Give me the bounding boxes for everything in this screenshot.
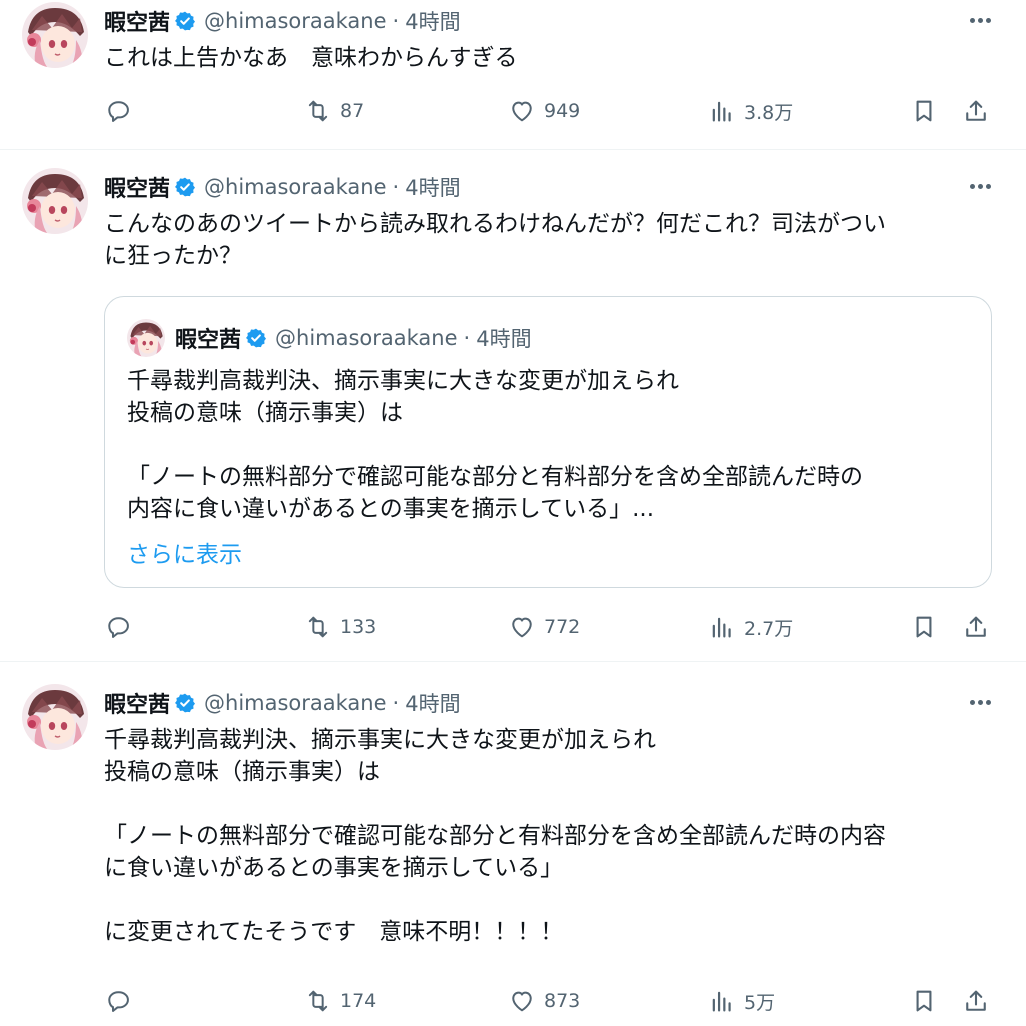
retweet-icon [304, 987, 332, 1015]
heart-icon [508, 613, 536, 641]
retweet-button[interactable]: 87 [304, 94, 364, 128]
views-button[interactable]: 5万 [708, 984, 775, 1018]
share-button[interactable] [962, 984, 990, 1018]
reply-icon [104, 613, 132, 641]
reply-button[interactable] [104, 984, 132, 1018]
retweet-icon [304, 613, 332, 641]
action-bar: 174 873 5万 [104, 984, 1004, 1018]
bookmark-button[interactable] [910, 984, 938, 1018]
retweet-button[interactable]: 133 [304, 610, 376, 644]
handle[interactable]: @himasoraakane [204, 175, 387, 199]
retweet-count: 174 [340, 990, 377, 1012]
handle[interactable]: @himasoraakane [204, 691, 387, 715]
reply-button[interactable] [104, 610, 132, 644]
retweet-button[interactable]: 174 [304, 984, 376, 1018]
quoted-avatar [127, 319, 165, 357]
views-icon [708, 97, 736, 125]
reply-icon [104, 97, 132, 125]
avatar[interactable] [22, 2, 88, 68]
display-name[interactable]: 暇空茜 [104, 5, 170, 37]
share-icon [962, 987, 990, 1015]
views-icon [708, 613, 736, 641]
action-bar: 87 949 3.8万 [104, 94, 1004, 128]
share-icon [962, 613, 990, 641]
display-name[interactable]: 暇空茜 [104, 687, 170, 719]
views-button[interactable]: 3.8万 [708, 94, 793, 128]
more-icon[interactable] [966, 6, 994, 34]
bookmark-button[interactable] [910, 610, 938, 644]
retweet-count: 87 [340, 100, 365, 122]
quoted-timestamp: 4時間 [476, 327, 532, 351]
separator: · [392, 175, 400, 199]
heart-icon [508, 97, 536, 125]
verified-badge-icon [174, 692, 196, 714]
show-more-link[interactable]: さらに表示 [127, 535, 242, 569]
tweet[interactable]: 暇空茜 @himasoraakane · 4時間 こんなのあのツイートから読み取… [0, 150, 1026, 662]
like-count: 949 [544, 100, 581, 122]
reply-button[interactable] [104, 94, 132, 128]
like-button[interactable]: 949 [508, 94, 580, 128]
avatar[interactable] [22, 168, 88, 234]
timestamp[interactable]: 4時間 [405, 688, 460, 718]
avatar[interactable] [22, 684, 88, 750]
separator: · [392, 9, 400, 33]
separator: · [392, 691, 400, 715]
retweet-icon [304, 97, 332, 125]
tweet[interactable]: 暇空茜 @himasoraakane · 4時間 千尋裁判高裁判決、摘示事実に大… [0, 662, 1026, 1026]
views-button[interactable]: 2.7万 [708, 610, 793, 644]
verified-badge-icon [174, 176, 196, 198]
view-count: 3.8万 [744, 101, 794, 124]
like-button[interactable]: 772 [508, 610, 580, 644]
bookmark-icon [910, 97, 938, 125]
timestamp[interactable]: 4時間 [405, 172, 460, 202]
tweet-header: 暇空茜 @himasoraakane · 4時間 [104, 170, 461, 204]
handle[interactable]: @himasoraakane [204, 9, 387, 33]
view-count: 5万 [744, 991, 776, 1014]
like-count: 772 [544, 616, 581, 638]
verified-badge-icon [174, 10, 196, 32]
like-count: 873 [544, 990, 581, 1012]
verified-badge-icon [245, 327, 267, 349]
tweet-text: 千尋裁判高裁判決、摘示事実に大きな変更が加えられ 投稿の意味（摘示事実）は 「ノ… [104, 727, 886, 945]
retweet-count: 133 [340, 616, 377, 638]
more-icon[interactable] [966, 172, 994, 200]
action-bar: 133 772 2.7万 [104, 610, 1004, 644]
quoted-tweet[interactable]: 暇空茜 @himasoraakane · 4時間 千尋裁判高裁判決、摘示事実に大… [104, 296, 992, 588]
bookmark-icon [910, 987, 938, 1015]
tweet-text: これは上告かなあ 意味わからんすぎる [104, 45, 518, 71]
tweet-text: こんなのあのツイートから読み取れるわけねんだが？何だこれ？司法がつい に狂ったか… [104, 211, 886, 269]
timeline-feed: 暇空茜 @himasoraakane · 4時間 これは上告かなあ 意味わからん… [0, 0, 1026, 1026]
display-name[interactable]: 暇空茜 [104, 171, 170, 203]
reply-icon [104, 987, 132, 1015]
share-icon [962, 97, 990, 125]
tweet-header: 暇空茜 @himasoraakane · 4時間 [104, 4, 461, 38]
like-button[interactable]: 873 [508, 984, 580, 1018]
more-icon[interactable] [966, 688, 994, 716]
separator: · [463, 326, 471, 350]
views-icon [708, 987, 736, 1015]
heart-icon [508, 987, 536, 1015]
share-button[interactable] [962, 610, 990, 644]
bookmark-button[interactable] [910, 94, 938, 128]
view-count: 2.7万 [744, 617, 794, 640]
quoted-display-name: 暇空茜 [175, 328, 242, 353]
bookmark-icon [910, 613, 938, 641]
tweet-header: 暇空茜 @himasoraakane · 4時間 [104, 686, 461, 720]
quoted-handle: @himasoraakane [275, 326, 458, 350]
share-button[interactable] [962, 94, 990, 128]
quoted-header: 暇空茜 @himasoraakane · 4時間 [175, 321, 532, 355]
quoted-text: 千尋裁判高裁判決、摘示事実に大きな変更が加えられ 投稿の意味（摘示事実）は 「ノ… [127, 368, 863, 522]
tweet[interactable]: 暇空茜 @himasoraakane · 4時間 これは上告かなあ 意味わからん… [0, 0, 1026, 150]
timestamp[interactable]: 4時間 [405, 6, 460, 36]
